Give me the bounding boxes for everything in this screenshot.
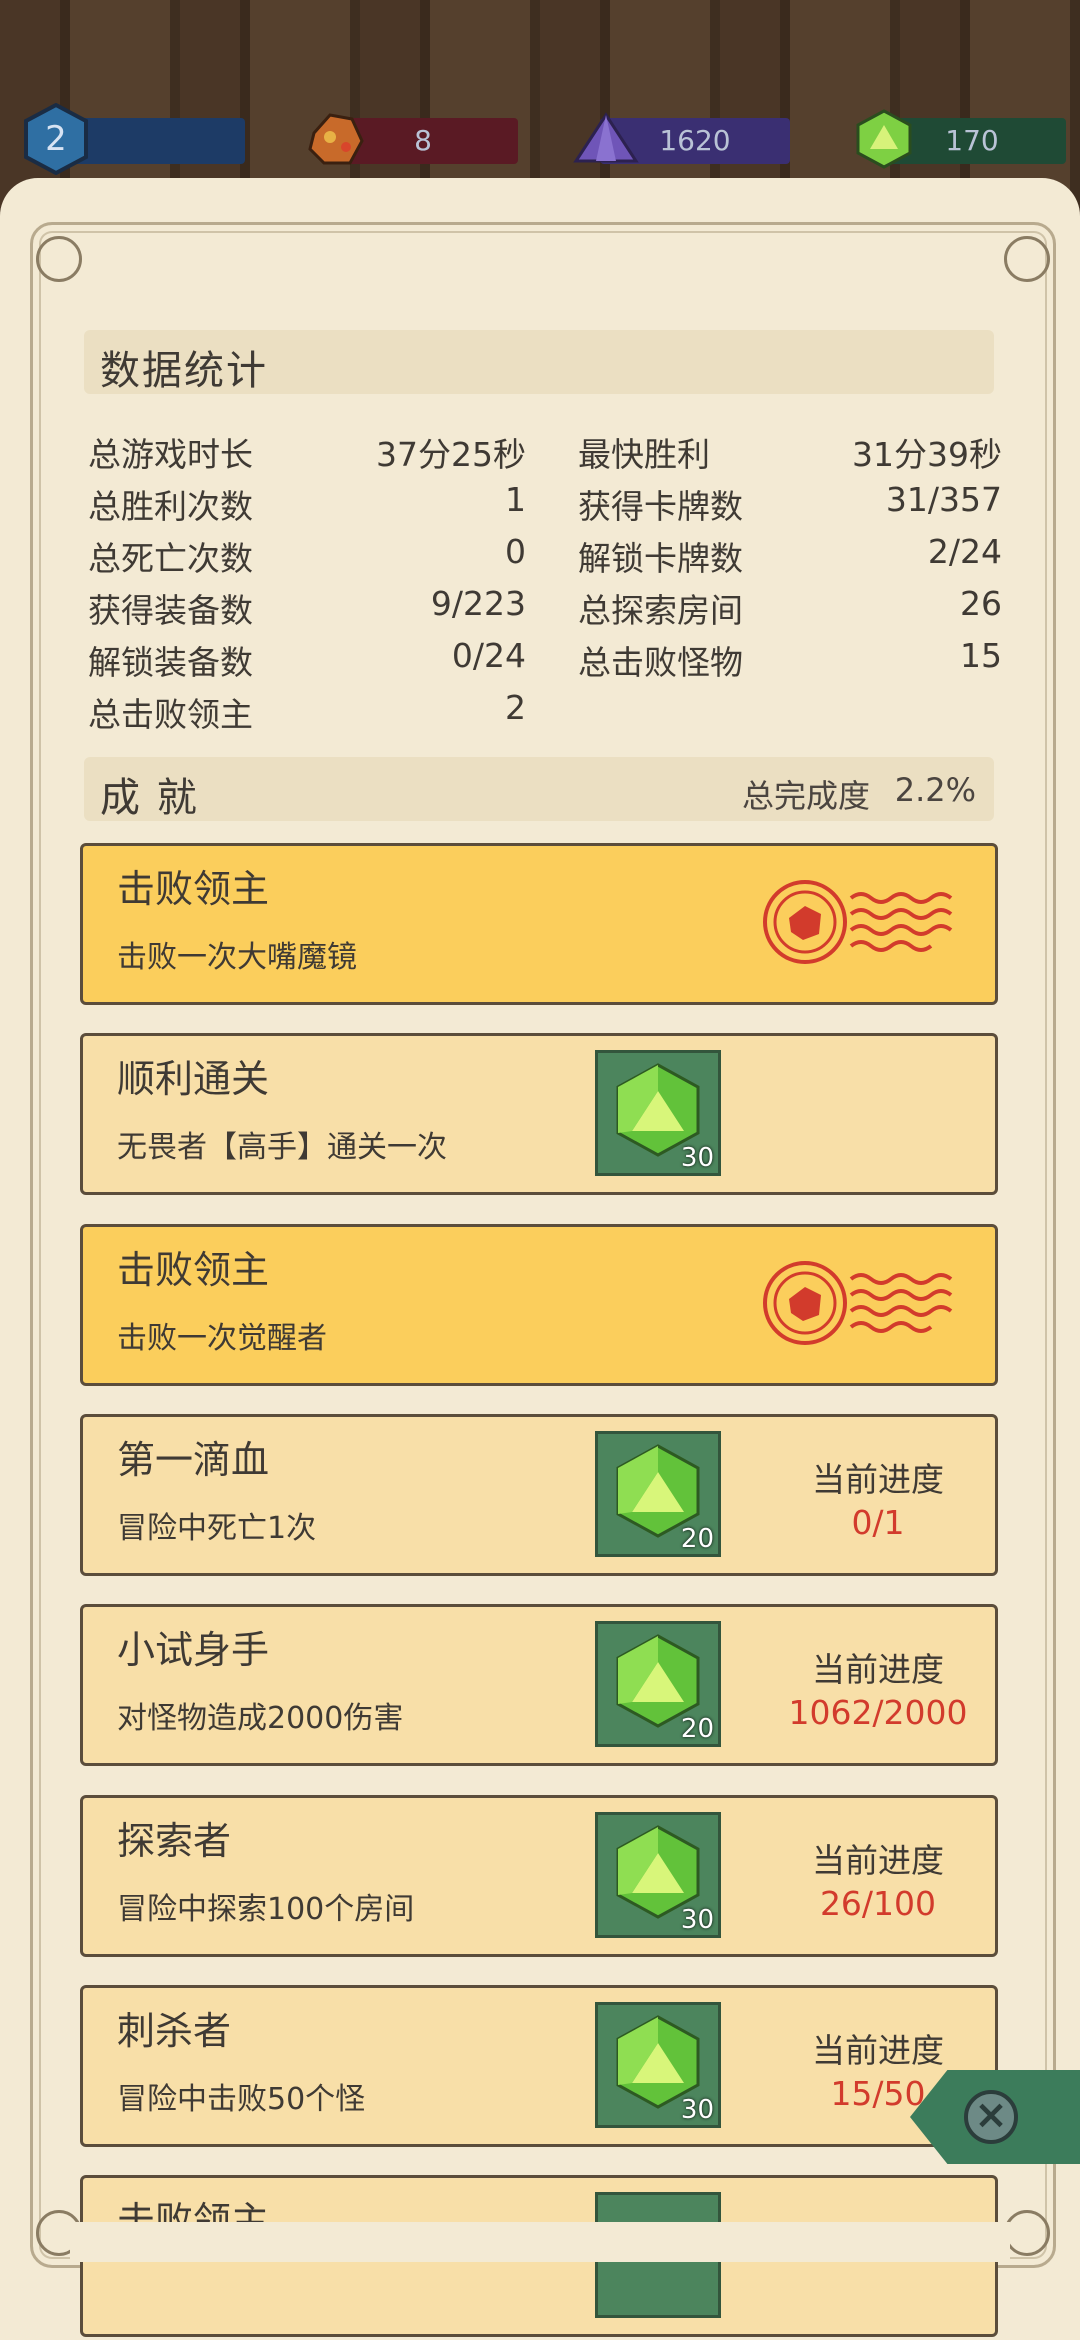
- achievements-header: 成 就 总完成度 2.2%: [84, 757, 994, 821]
- achievement-desc: 击败一次大嘴魔镜: [117, 940, 357, 975]
- stat-label: 总击败领主: [88, 695, 253, 734]
- level-badge-icon: 2: [20, 102, 92, 176]
- achievement-card[interactable]: 小试身手 对怪物造成2000伤害 20 当前进度 1062/2000: [80, 1604, 998, 1766]
- reward-amount: 20: [680, 1524, 714, 1554]
- progress-value: 0/1: [851, 1503, 905, 1542]
- reward-box: 30: [595, 1812, 721, 1938]
- achievement-card[interactable]: 击败领主 击败一次觉醒者: [80, 1224, 998, 1386]
- stat-value: 31分39秒: [852, 435, 1002, 474]
- stat-value: 26: [960, 584, 1002, 623]
- achievement-title: 第一滴血: [117, 1438, 270, 1482]
- progress-label: 当前进度: [812, 1841, 944, 1880]
- stat-value: 31/357: [885, 480, 1002, 519]
- stat-value: 9/223: [430, 584, 526, 623]
- stat-value: 0: [505, 532, 526, 571]
- stat-value: 2/24: [927, 532, 1002, 571]
- progress-label: 当前进度: [812, 1460, 944, 1499]
- stat-value: 0/24: [451, 636, 526, 675]
- wax-stamp-icon: [763, 880, 953, 964]
- stat-value: 2: [505, 688, 526, 727]
- reward-box: 20: [595, 1431, 721, 1557]
- achievement-desc: 冒险中探索100个房间: [117, 1892, 415, 1927]
- completion-label: 总完成度: [741, 777, 870, 815]
- reward-box: 30: [595, 2002, 721, 2128]
- stat-value: 15: [960, 636, 1002, 675]
- achievement-title: 小试身手: [117, 1628, 270, 1672]
- frame-corner: [1004, 2210, 1050, 2256]
- achievement-title: 击败领主: [117, 1248, 270, 1292]
- stat-label: 解锁装备数: [88, 643, 253, 682]
- achievement-title: 顺利通关: [117, 1057, 270, 1101]
- stat-label: 获得装备数: [88, 591, 253, 630]
- stat-value: 37分25秒: [376, 435, 526, 474]
- reward-box: 20: [595, 1621, 721, 1747]
- achievements-title: 成 就: [100, 775, 199, 821]
- stats-header: 数据统计: [84, 330, 994, 394]
- achievement-card[interactable]: 第一滴血 冒险中死亡1次 20 当前进度 0/1: [80, 1414, 998, 1576]
- achievement-desc: 冒险中击败50个怪: [117, 2082, 366, 2117]
- reward-box: 30: [595, 1050, 721, 1176]
- stat-label: 总胜利次数: [88, 487, 253, 526]
- stat-label: 最快胜利: [578, 435, 710, 474]
- reward-amount: 30: [680, 2095, 714, 2125]
- stat-label: 总探索房间: [578, 591, 743, 630]
- achievement-desc: 无畏者【高手】通关一次: [117, 1130, 447, 1165]
- achievement-desc: 对怪物造成2000伤害: [117, 1701, 404, 1736]
- achievement-title: 刺杀者: [117, 2009, 232, 2053]
- level-value: 2: [45, 119, 67, 159]
- achievement-title: 击败领主: [117, 867, 270, 911]
- green-gem-icon: [848, 103, 920, 175]
- achievement-card[interactable]: 刺杀者 冒险中击败50个怪 30 当前进度 15/50: [80, 1985, 998, 2147]
- achievement-desc: 击败一次觉醒者: [117, 1321, 327, 1356]
- progress-value: 26/100: [819, 1884, 937, 1923]
- stat-label: 总击败怪物: [578, 643, 743, 682]
- stat-label: 总游戏时长: [88, 435, 253, 474]
- achievement-card[interactable]: 击败领主 击败一次大嘴魔镜: [80, 843, 998, 1005]
- purple-crystal-icon: [570, 103, 642, 175]
- reward-amount: 30: [680, 1905, 714, 1935]
- achievement-card[interactable]: 顺利通关 无畏者【高手】通关一次 30: [80, 1033, 998, 1195]
- stats-title: 数据统计: [100, 348, 268, 394]
- stat-label: 解锁卡牌数: [578, 539, 743, 578]
- red-ore-icon: [300, 103, 372, 175]
- panel-bottom-edge: [70, 2222, 1010, 2262]
- progress-label: 当前进度: [812, 1650, 944, 1689]
- close-icon[interactable]: ×: [964, 2090, 1018, 2144]
- stat-label: 总死亡次数: [88, 539, 253, 578]
- progress-label: 当前进度: [812, 2031, 944, 2070]
- reward-amount: 30: [680, 1143, 714, 1173]
- progress-value: 1062/2000: [788, 1693, 968, 1732]
- achievement-title: 探索者: [117, 1819, 232, 1863]
- stat-label: 获得卡牌数: [578, 487, 743, 526]
- achievement-desc: 冒险中死亡1次: [117, 1511, 317, 1546]
- wax-stamp-icon: [763, 1261, 953, 1345]
- frame-corner: [1004, 236, 1050, 282]
- achievement-card[interactable]: 探索者 冒险中探索100个房间 30 当前进度 26/100: [80, 1795, 998, 1957]
- completion-value: 2.2%: [894, 771, 976, 809]
- stat-value: 1: [505, 480, 526, 519]
- reward-amount: 20: [680, 1714, 714, 1744]
- frame-corner: [36, 236, 82, 282]
